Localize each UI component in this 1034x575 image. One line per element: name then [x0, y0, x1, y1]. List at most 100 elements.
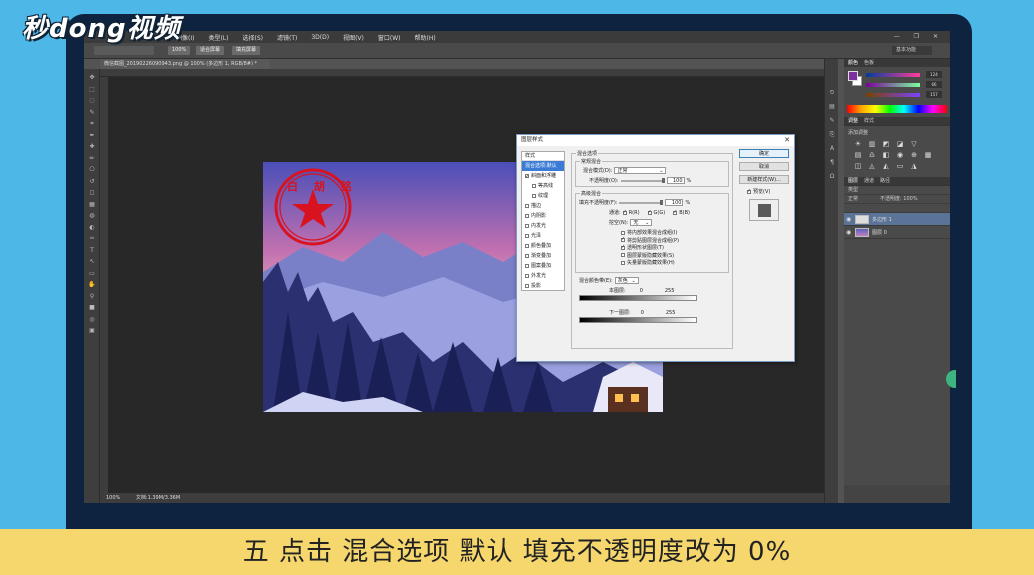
brush-panel-icon[interactable]: ✎: [828, 117, 836, 124]
selective-color-icon[interactable]: ◮: [910, 163, 918, 170]
quick-select-icon[interactable]: ✎: [88, 109, 96, 116]
scroll-all-windows-checkbox[interactable]: [94, 46, 154, 55]
fill-opacity-input[interactable]: 100: [665, 199, 684, 206]
marquee-icon[interactable]: ⬚: [88, 86, 96, 93]
menu-item[interactable]: 类型(L): [208, 33, 228, 42]
menu-item[interactable]: 帮助(H): [415, 33, 436, 42]
invert-icon[interactable]: ◫: [854, 163, 862, 170]
menu-item[interactable]: 3D(D): [311, 34, 329, 41]
channel-r-checkbox[interactable]: [622, 209, 627, 215]
advanced-option[interactable]: 将剪贴图层混合成组(P): [621, 236, 679, 244]
menu-item[interactable]: 窗口(W): [378, 33, 401, 42]
crop-icon[interactable]: ⌗: [88, 121, 96, 127]
opacity-slider[interactable]: [620, 177, 665, 183]
fill-screen-button[interactable]: 填充屏幕: [232, 46, 261, 55]
lasso-icon[interactable]: ◌: [88, 98, 96, 104]
style-checkbox[interactable]: [525, 244, 529, 248]
gradient-map-icon[interactable]: ▭: [896, 163, 904, 170]
advanced-option[interactable]: 透明形状图层(T): [621, 244, 664, 251]
layer-item[interactable]: ◉ 图层 0: [844, 226, 950, 239]
preview-checkbox[interactable]: [747, 188, 751, 194]
blur-icon[interactable]: ◍: [88, 213, 96, 219]
this-layer-gradient[interactable]: [579, 295, 697, 301]
styles-header[interactable]: 样式: [522, 152, 564, 161]
blend-if-select[interactable]: 灰色 ⌄: [614, 277, 639, 284]
kind-filter[interactable]: 类型: [848, 186, 858, 195]
dodge-icon[interactable]: ◐: [88, 224, 96, 231]
move-icon[interactable]: ✥: [88, 75, 96, 81]
red-slider[interactable]: 124: [866, 71, 942, 78]
eraser-icon[interactable]: ◻: [88, 190, 96, 196]
style-item[interactable]: 内阴影: [522, 211, 564, 221]
tab-color[interactable]: 颜色: [848, 59, 858, 67]
threshold-icon[interactable]: ◭: [882, 163, 890, 170]
workspace-select[interactable]: 基本功能: [892, 46, 932, 55]
knockout-select[interactable]: 无 ⌄: [630, 219, 653, 226]
glyphs-icon[interactable]: Ω: [828, 173, 836, 180]
style-checkbox[interactable]: [532, 184, 536, 188]
photo-filter-icon[interactable]: ◉: [896, 152, 904, 159]
style-item[interactable]: 外发光: [522, 271, 564, 281]
green-slider[interactable]: 66: [866, 81, 942, 88]
style-item[interactable]: 投影: [522, 281, 564, 291]
style-checkbox[interactable]: [525, 214, 529, 218]
hue-icon[interactable]: ▤: [854, 152, 862, 159]
vibrance-icon[interactable]: ▽: [910, 141, 918, 148]
posterize-icon[interactable]: ◬: [868, 163, 876, 170]
channel-mixer-icon[interactable]: ⊕: [910, 152, 918, 159]
tab-adjustments[interactable]: 调整: [848, 117, 858, 125]
advanced-option[interactable]: 矢量蒙版隐藏效果(H): [621, 259, 675, 266]
ok-button[interactable]: 确定: [739, 149, 789, 158]
curves-icon[interactable]: ◩: [882, 141, 890, 148]
screen-mode-icon[interactable]: ▣: [88, 328, 96, 334]
channel-b-checkbox[interactable]: [673, 209, 677, 215]
style-checkbox[interactable]: [525, 274, 529, 278]
channel-g-checkbox[interactable]: [647, 209, 652, 215]
opacity-input[interactable]: 100: [666, 177, 685, 184]
color-swatch-icon[interactable]: ■: [88, 305, 96, 311]
option-checkbox[interactable]: [621, 244, 625, 250]
color-balance-icon[interactable]: ♎: [868, 152, 876, 159]
tab-paths[interactable]: 路径: [880, 177, 890, 185]
exposure-icon[interactable]: ◪: [896, 141, 904, 148]
style-item[interactable]: 纹理: [522, 191, 564, 201]
history-icon[interactable]: ⏲: [828, 89, 836, 97]
eye-icon[interactable]: ◉: [846, 229, 852, 236]
advanced-option[interactable]: 图层蒙版隐藏效果(S): [621, 252, 674, 259]
style-checkbox[interactable]: [525, 172, 529, 182]
menu-item[interactable]: 视图(V): [343, 33, 364, 42]
layer-opacity[interactable]: 不透明度: 100%: [880, 195, 918, 204]
style-item[interactable]: 描边: [522, 201, 564, 211]
eyedropper-icon[interactable]: ✒: [88, 132, 96, 139]
style-checkbox[interactable]: [525, 254, 529, 258]
underlying-gradient[interactable]: [579, 317, 697, 323]
clone-source-icon[interactable]: ⎘: [828, 131, 836, 139]
option-checkbox[interactable]: [621, 260, 625, 265]
properties-icon[interactable]: ▤: [828, 103, 836, 110]
fill-opacity-slider[interactable]: [619, 199, 664, 205]
menu-item[interactable]: 选择(S): [242, 33, 263, 42]
blue-slider[interactable]: 157: [866, 91, 942, 98]
history-brush-icon[interactable]: ↺: [88, 178, 96, 185]
style-item[interactable]: 光泽: [522, 231, 564, 241]
brightness-icon[interactable]: ☀: [854, 141, 862, 148]
style-checkbox[interactable]: [532, 194, 536, 198]
shape-icon[interactable]: ▭: [88, 270, 96, 277]
color-lookup-icon[interactable]: ▦: [924, 152, 932, 159]
style-item[interactable]: 混合选项:默认: [522, 161, 564, 171]
close-icon[interactable]: ✕: [784, 135, 790, 146]
fit-screen-button[interactable]: 适合屏幕: [196, 46, 225, 55]
style-item[interactable]: 等高线: [522, 181, 564, 191]
color-spectrum[interactable]: [847, 105, 947, 113]
stamp-icon[interactable]: ⎔: [88, 167, 96, 173]
document-tab[interactable]: 微信截图_20190226090943.png @ 100% (多边形 1, R…: [100, 59, 270, 69]
quick-mask-icon[interactable]: ◎: [88, 316, 96, 323]
menu-item[interactable]: 滤镜(T): [277, 33, 297, 42]
style-checkbox[interactable]: [525, 284, 529, 288]
gradient-icon[interactable]: ▦: [88, 201, 96, 208]
tab-styles[interactable]: 样式: [864, 117, 874, 125]
option-checkbox[interactable]: [621, 230, 625, 235]
eye-icon[interactable]: ◉: [846, 216, 852, 223]
tab-layers[interactable]: 图层: [848, 177, 858, 185]
type-icon[interactable]: T: [88, 247, 96, 254]
